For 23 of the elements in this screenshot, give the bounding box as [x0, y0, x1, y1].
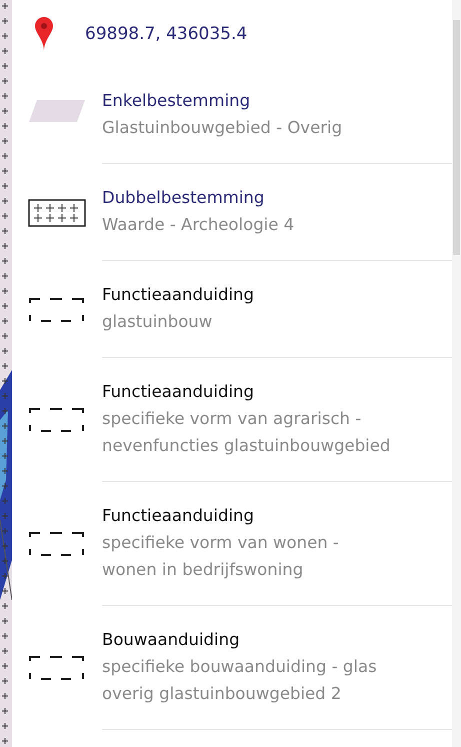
zoning-description: specifieke vorm van agrarisch -: [102, 408, 362, 430]
dashed-outline-icon: [29, 296, 85, 322]
map-pin-icon: [35, 17, 53, 51]
zoning-description: specifieke vorm van wonen -: [102, 532, 340, 554]
zoning-description: overig glastuinbouwgebied 2: [102, 683, 342, 705]
zoning-description: glastuinbouw: [102, 311, 214, 333]
zoning-title: Bouwaanduiding: [102, 629, 241, 651]
zoning-title: Functieaanduiding: [102, 381, 255, 403]
zoning-link[interactable]: Enkelbestemming: [102, 87, 452, 114]
dashed-outline-icon: [29, 407, 85, 433]
zoning-description: wonen in bedrijfswoning: [102, 559, 304, 581]
dashed-outline-icon: [29, 655, 85, 681]
zoning-link[interactable]: Dubbelbestemming: [102, 184, 452, 211]
dashed-outline-icon: [29, 531, 85, 557]
scrollbar[interactable]: [452, 0, 461, 747]
zoning-title: Functieaanduiding: [102, 284, 255, 306]
coordinates-text: 69898.7, 436035.4: [85, 24, 248, 44]
zoning-description: Glastuinbouwgebied - Overig: [102, 117, 344, 139]
grid-pattern-icon: [28, 198, 86, 226]
zoning-description: specifieke bouwaanduiding - glas: [102, 656, 378, 678]
zoning-description: Waarde - Archeologie 4: [102, 214, 296, 236]
zoning-description: nevenfuncties glastuinbouwgebied: [102, 435, 392, 457]
zoning-title: Functieaanduiding: [102, 505, 255, 527]
